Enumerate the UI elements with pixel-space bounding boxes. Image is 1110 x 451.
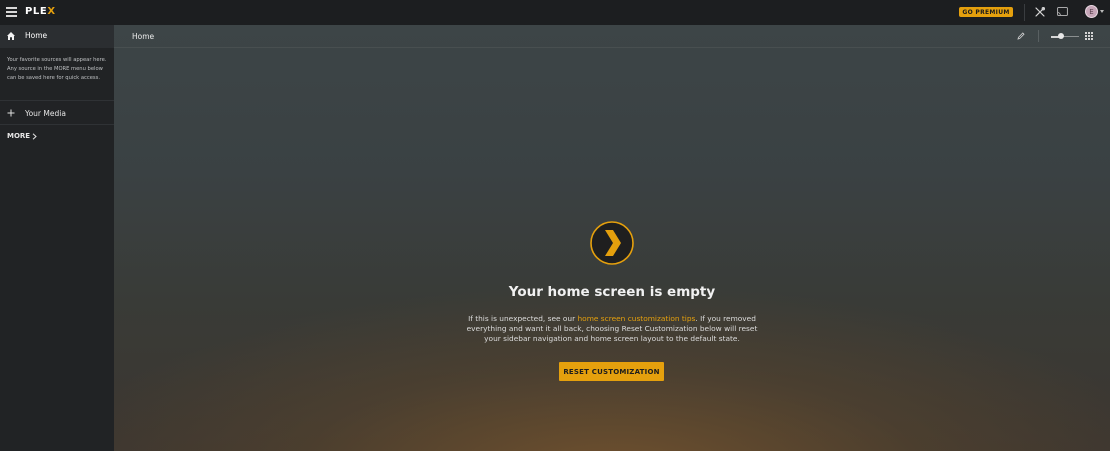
avatar[interactable]: E xyxy=(1085,5,1098,18)
sidebar-info-text: Your favorite sources will appear here. … xyxy=(7,57,107,81)
sidebar-item-your-media[interactable]: Your Media xyxy=(25,109,66,118)
plex-chevron-icon xyxy=(590,221,634,265)
main-header: Home xyxy=(114,25,1110,48)
main-content: Home Your home screen is empty If this i… xyxy=(114,25,1110,451)
top-bar: PLEX GO PREMIUM E xyxy=(0,0,1110,25)
header-divider xyxy=(1038,30,1039,42)
plus-icon[interactable] xyxy=(7,109,15,117)
go-premium-button[interactable]: GO PREMIUM xyxy=(959,7,1013,17)
sidebar-divider xyxy=(0,100,114,101)
desc-text: If this is unexpected, see our xyxy=(468,314,578,323)
chevron-down-icon[interactable] xyxy=(1100,10,1104,13)
reset-customization-button[interactable]: RESET CUSTOMIZATION xyxy=(559,362,664,381)
logo-text: PLE xyxy=(25,6,48,17)
zoom-thumb[interactable] xyxy=(1057,33,1064,39)
sidebar-item-home[interactable]: Home xyxy=(0,25,114,48)
sidebar-divider xyxy=(0,124,114,125)
sidebar: Home Your favorite sources will appear h… xyxy=(0,25,114,451)
tools-icon[interactable] xyxy=(1035,7,1045,17)
sidebar-item-label: Home xyxy=(25,31,48,40)
more-label: MORE xyxy=(7,132,31,140)
empty-state-description: If this is unexpected, see our home scre… xyxy=(462,314,762,344)
cast-icon[interactable] xyxy=(1057,7,1068,16)
grid-icon[interactable] xyxy=(1085,32,1093,40)
chevron-right-icon xyxy=(32,132,37,140)
logo-accent: X xyxy=(47,6,56,17)
sidebar-more-button[interactable]: MORE xyxy=(7,132,37,140)
topbar-divider xyxy=(1024,4,1025,21)
customization-tips-link[interactable]: home screen customization tips xyxy=(577,314,695,323)
empty-state-title: Your home screen is empty xyxy=(508,284,716,300)
home-icon xyxy=(7,32,15,40)
page-title: Home xyxy=(132,32,155,41)
pencil-icon[interactable] xyxy=(1017,32,1025,40)
hamburger-icon[interactable] xyxy=(6,7,17,17)
zoom-slider[interactable] xyxy=(1051,33,1079,39)
plex-logo[interactable]: PLEX xyxy=(25,6,56,17)
